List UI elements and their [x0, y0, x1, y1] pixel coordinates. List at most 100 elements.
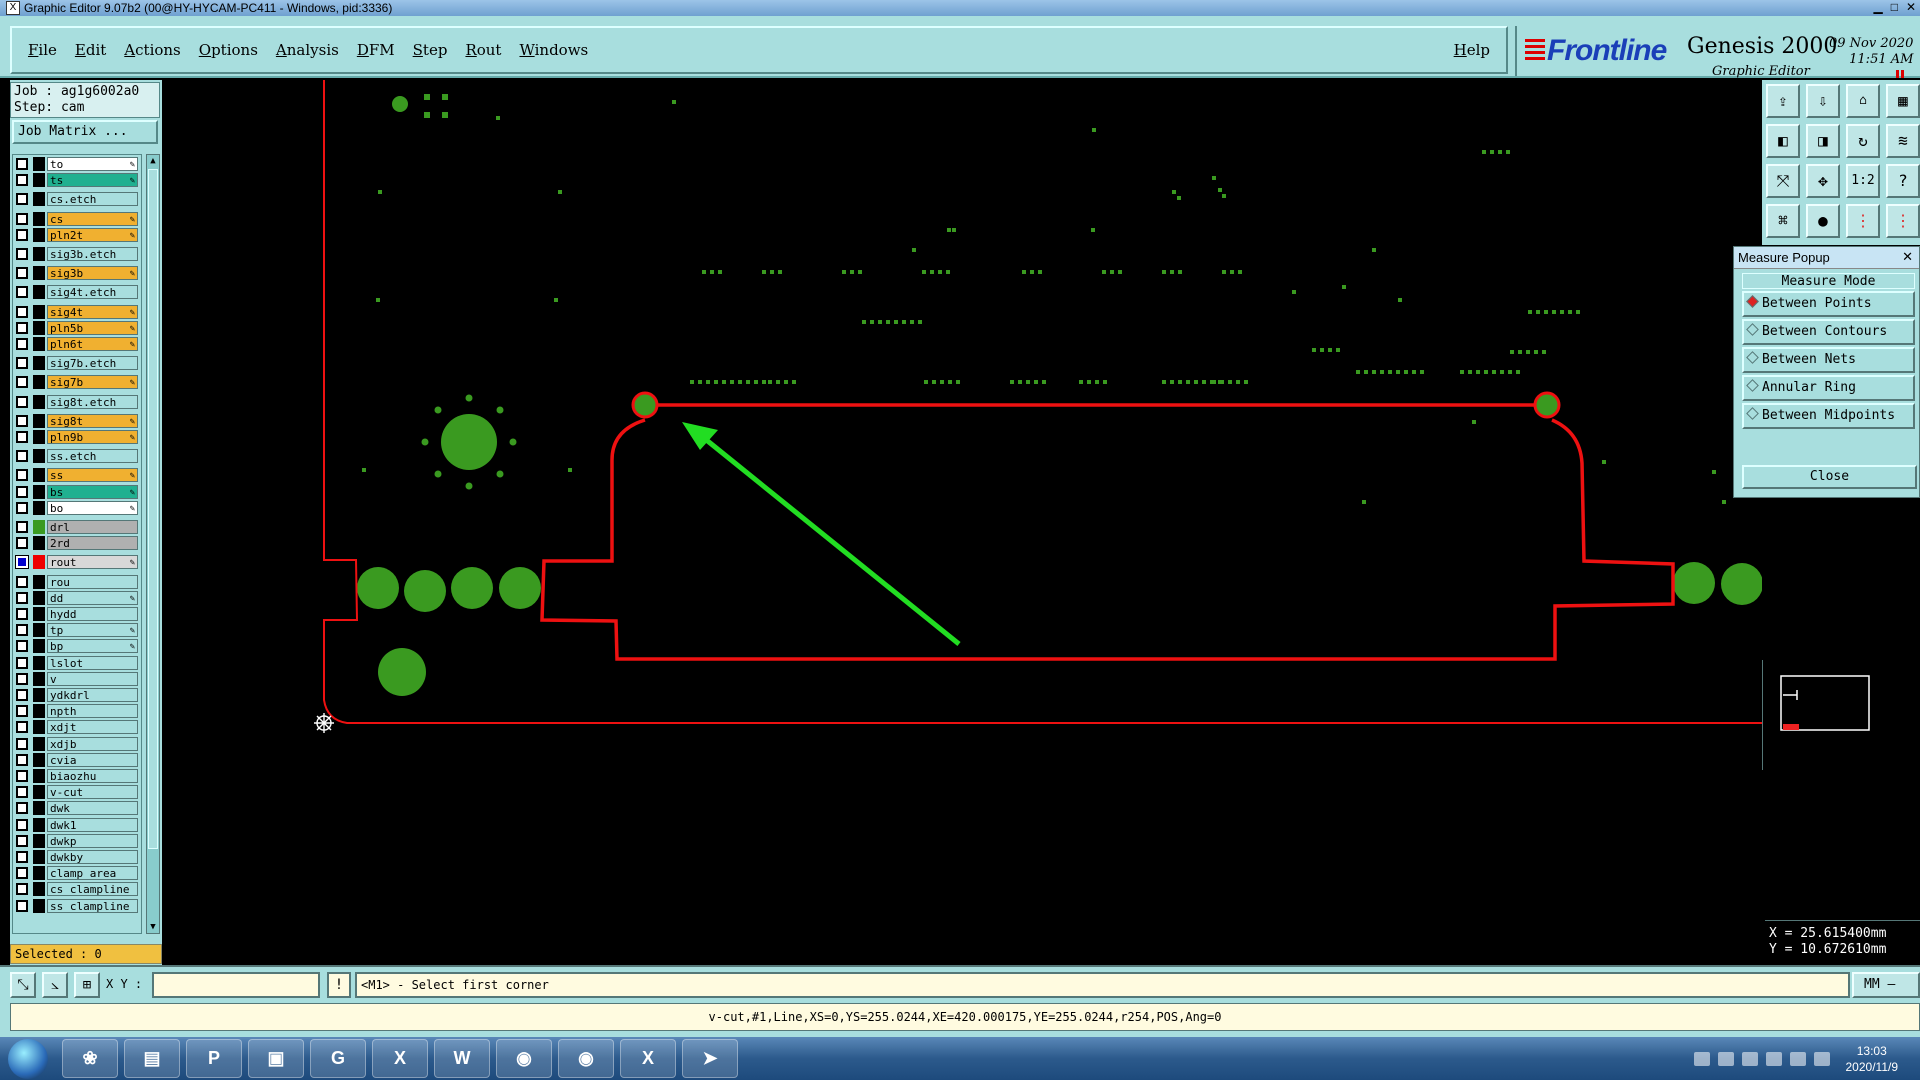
taskbar-app-p[interactable]: P — [186, 1039, 242, 1078]
taskbar-word-app[interactable]: W — [434, 1039, 490, 1078]
layer-row[interactable]: xdjb — [16, 736, 138, 751]
layer-row[interactable]: sig8t ✎ — [16, 413, 138, 428]
layer-row[interactable]: bs ✎ — [16, 484, 138, 499]
layer-name[interactable]: sig7b.etch — [47, 356, 138, 371]
layer-checkbox[interactable] — [16, 158, 28, 170]
layer-checkbox[interactable] — [16, 338, 28, 350]
tray-volume-icon[interactable] — [1813, 1051, 1830, 1066]
menu-step[interactable]: Step — [411, 41, 450, 59]
layer-name[interactable]: cvia — [47, 752, 138, 767]
layer-row[interactable]: npth — [16, 704, 138, 719]
layer-color-swatch[interactable] — [33, 769, 45, 783]
layer-color-swatch[interactable] — [33, 536, 45, 551]
scale-1-2-icon[interactable]: 1:2 — [1846, 164, 1880, 198]
layer-checkbox[interactable] — [16, 721, 28, 734]
select-mode-icon[interactable]: ⤡ — [10, 972, 36, 998]
window-icon[interactable]: ▦ — [1886, 84, 1920, 118]
layer-checkbox[interactable] — [16, 705, 28, 718]
layer-color-swatch[interactable] — [33, 192, 45, 207]
layer-row[interactable]: ydkdrl — [16, 688, 138, 702]
layer-color-swatch[interactable] — [33, 157, 45, 171]
layer-checkbox[interactable] — [16, 834, 28, 847]
layer-row[interactable]: ss_clampline — [16, 898, 138, 913]
layer-checkbox[interactable] — [16, 640, 28, 653]
measure-icon[interactable]: ⌘ — [1766, 204, 1800, 238]
layer-name[interactable]: clamp_area — [47, 866, 138, 881]
layer-color-swatch[interactable] — [33, 882, 45, 897]
layer-checkbox[interactable] — [16, 737, 28, 750]
layer-row[interactable]: xdjt — [16, 720, 138, 735]
menu-rout[interactable]: Rout — [463, 41, 503, 59]
layer-name[interactable]: sig3b.etch — [47, 247, 138, 261]
layer-row[interactable]: rout ✎ — [16, 555, 138, 570]
layer-scrollbar[interactable]: ▲ ▼ — [146, 154, 160, 934]
layer-row[interactable]: cvia — [16, 752, 138, 767]
layer-row[interactable]: dwkp — [16, 833, 138, 848]
measure-option[interactable]: Between Midpoints — [1742, 403, 1915, 429]
layer-color-swatch[interactable] — [33, 394, 45, 409]
layer-checkbox[interactable] — [16, 228, 28, 241]
layer-name[interactable]: ts ✎ — [47, 173, 138, 188]
menu-dfm[interactable]: DFM — [355, 41, 397, 59]
layer-checkbox[interactable] — [16, 193, 28, 206]
layer-name[interactable]: ss_clampline — [47, 898, 138, 913]
layer-name[interactable]: pln6t ✎ — [47, 337, 138, 351]
close-icon[interactable]: ✕ — [1906, 0, 1916, 14]
layer-row[interactable]: cs ✎ — [16, 211, 138, 226]
taskbar-eye2-icon[interactable]: ◉ — [558, 1039, 614, 1078]
layer-row[interactable]: sig7b.etch — [16, 356, 138, 371]
layer-row[interactable]: hydd — [16, 607, 138, 621]
layer-checkbox[interactable] — [16, 431, 28, 443]
layer-color-swatch[interactable] — [33, 671, 45, 686]
layer-checkbox[interactable] — [16, 575, 28, 588]
tray-flag-icon[interactable] — [1765, 1051, 1782, 1066]
layer-checkbox[interactable] — [16, 899, 28, 912]
tray-keyboard-icon[interactable] — [1693, 1051, 1710, 1066]
layer-color-swatch[interactable] — [33, 266, 45, 281]
measure-point-start[interactable] — [631, 391, 659, 419]
layer-color-swatch[interactable] — [33, 449, 45, 464]
layer-color-swatch[interactable] — [33, 898, 45, 913]
layer-checkbox[interactable] — [16, 321, 28, 334]
layer-color-swatch[interactable] — [33, 639, 45, 654]
measure-option[interactable]: Between Nets — [1742, 347, 1915, 373]
layer-name[interactable]: sig3b ✎ — [47, 266, 138, 281]
layer-color-swatch[interactable] — [33, 500, 45, 515]
layer-color-swatch[interactable] — [33, 574, 45, 589]
layer-name[interactable]: dwk1 — [47, 817, 138, 832]
layer-color-swatch[interactable] — [33, 655, 45, 670]
taskbar-folder-icon[interactable]: ❀ — [62, 1039, 118, 1078]
exclaim-button[interactable]: ! — [327, 972, 351, 998]
layer-color-swatch[interactable] — [33, 704, 45, 719]
layer-checkbox[interactable] — [16, 395, 28, 408]
layer-checkbox[interactable] — [16, 376, 28, 389]
taskbar-eye-icon[interactable]: ◉ — [496, 1039, 552, 1078]
layer-checkbox[interactable] — [16, 851, 28, 863]
layer-name[interactable]: ss ✎ — [47, 468, 138, 483]
layer-name[interactable]: pln9b ✎ — [47, 430, 138, 444]
layer-row[interactable]: lslot — [16, 655, 138, 670]
tray-help-icon[interactable] — [1717, 1051, 1734, 1066]
layer-name[interactable]: 2rd — [47, 536, 138, 551]
layer-checkbox[interactable] — [16, 818, 28, 831]
job-matrix-button[interactable]: Job Matrix ... — [12, 120, 158, 144]
import-icon[interactable]: ⇪ — [1766, 84, 1800, 118]
layer-checkbox[interactable] — [16, 248, 28, 260]
layer-color-swatch[interactable] — [33, 607, 45, 621]
snap-icon[interactable]: ● — [1806, 204, 1840, 238]
layer-row[interactable]: dwk1 — [16, 817, 138, 832]
measure-option[interactable]: Annular Ring — [1742, 375, 1915, 401]
layer-name[interactable]: drl — [47, 520, 138, 534]
scroll-up-icon[interactable]: ▲ — [147, 155, 159, 167]
layer-name[interactable]: rout ✎ — [47, 555, 138, 570]
layer-checkbox[interactable] — [16, 689, 28, 701]
layer-color-swatch[interactable] — [33, 590, 45, 605]
layer-name[interactable]: pln5b ✎ — [47, 320, 138, 335]
layer-checkbox[interactable] — [16, 267, 28, 280]
layer-checkbox[interactable] — [16, 591, 28, 604]
layer-color-swatch[interactable] — [33, 337, 45, 351]
measure-mode-icon[interactable]: ⦣ — [42, 972, 68, 998]
units-selector[interactable]: MM — — [1852, 972, 1920, 998]
layer-checkbox[interactable] — [16, 305, 28, 318]
layer-row[interactable]: bo ✎ — [16, 500, 138, 515]
